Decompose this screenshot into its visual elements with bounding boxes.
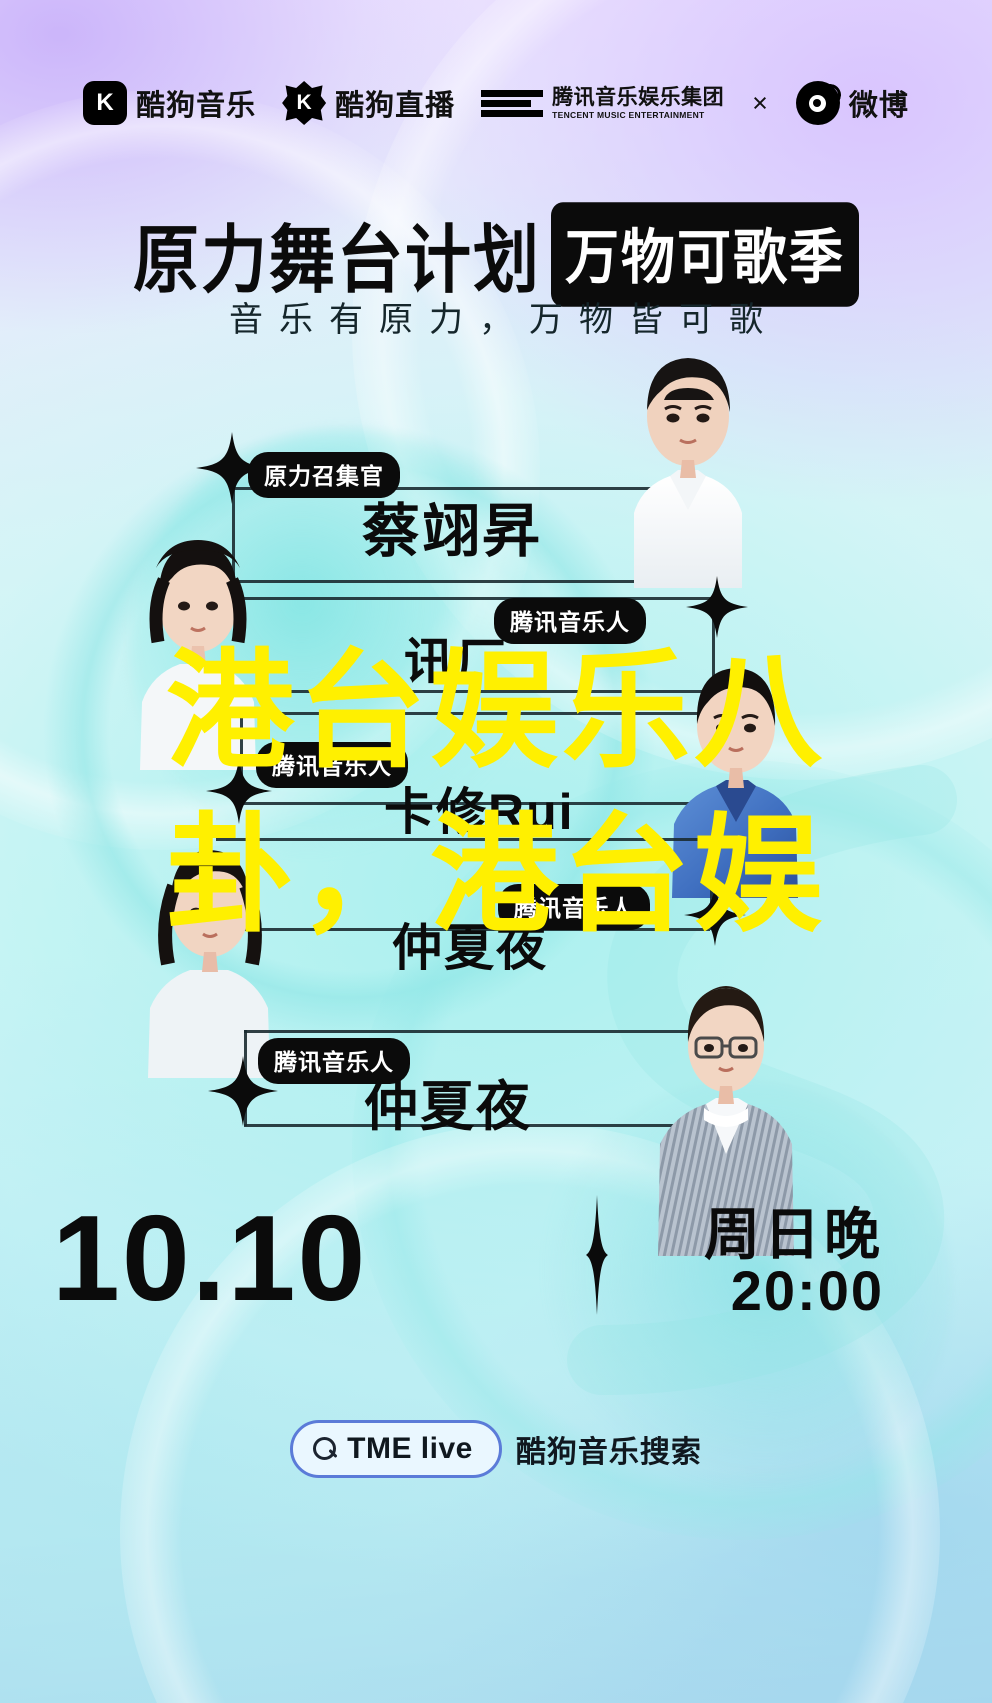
- tme-bar: [481, 99, 532, 107]
- row-rule: [240, 712, 710, 715]
- tme-live-label: TME live: [347, 1432, 473, 1465]
- partner-logo-bar: K 酷狗音乐 K 酷狗直播 腾讯音乐娱乐集团 TENCENT MUSIC ENT…: [0, 72, 992, 134]
- logo-kugou-music: K 酷狗音乐: [83, 81, 256, 125]
- logo-weibo: 微博: [795, 81, 909, 125]
- tme-bar: [481, 109, 544, 117]
- logo-label-tme-cn: 腾讯音乐娱乐集团: [552, 85, 725, 109]
- event-time: 20:00: [730, 1259, 884, 1322]
- logo-label-tme-en: TENCENT MUSIC ENTERTAINMENT: [552, 109, 705, 120]
- search-icon: [313, 1437, 338, 1461]
- tme-live-button[interactable]: TME live: [290, 1420, 502, 1478]
- footer-channel-label: 酷狗音乐搜索: [515, 1436, 702, 1469]
- row-rule-vertical: [244, 1030, 247, 1126]
- tme-bars-icon: [481, 89, 544, 117]
- kugou-k-glyph: K: [96, 89, 114, 116]
- artist-name: 仲夏夜: [392, 920, 548, 976]
- weibo-icon: [795, 81, 843, 125]
- footer-bar: TME live 酷狗音乐搜索: [0, 1420, 992, 1478]
- logo-label-kugou-music: 酷狗音乐: [136, 90, 257, 122]
- logo-tme: 腾讯音乐娱乐集团 TENCENT MUSIC ENTERTAINMENT: [481, 87, 724, 120]
- headline-row: 原力舞台计划 万物可歌季: [0, 201, 992, 307]
- diamond-separator-icon: [586, 1195, 608, 1315]
- tme-text-block: 腾讯音乐娱乐集团 TENCENT MUSIC ENTERTAINMENT: [552, 87, 724, 120]
- headline-badge: 万物可歌季: [551, 201, 859, 307]
- kugou-live-k-glyph: K: [296, 91, 312, 114]
- event-date: 10.10: [52, 1190, 368, 1326]
- kugou-live-icon: K: [282, 81, 327, 125]
- logo-label-kugou-live: 酷狗直播: [335, 90, 456, 122]
- headline-subtitle: 音乐有原力，万物皆可歌: [229, 301, 779, 339]
- artist-name: 蔡翊昇: [362, 499, 543, 564]
- artist-name: 卡修Rui: [384, 784, 575, 840]
- artist-portrait-3: [648, 648, 820, 898]
- logo-label-weibo: 微博: [848, 90, 909, 122]
- artist-name: 讯厂: [404, 634, 508, 690]
- kugou-music-icon: K: [83, 81, 128, 125]
- row-rule-vertical: [240, 712, 243, 804]
- tme-bar: [481, 89, 544, 97]
- cross-icon: ×: [752, 87, 768, 118]
- artist-portrait-2: [118, 520, 278, 770]
- row-rule-vertical: [710, 838, 713, 930]
- search-ring-glyph: [313, 1437, 337, 1460]
- logo-kugou-live: K 酷狗直播: [282, 81, 455, 125]
- artist-name: 仲夏夜: [364, 1077, 532, 1137]
- artist-portrait-1: [604, 338, 772, 588]
- poster-root: K 酷狗音乐 K 酷狗直播 腾讯音乐娱乐集团 TENCENT MUSIC ENT…: [0, 0, 992, 1703]
- artist-tag: 腾讯音乐人: [494, 598, 646, 644]
